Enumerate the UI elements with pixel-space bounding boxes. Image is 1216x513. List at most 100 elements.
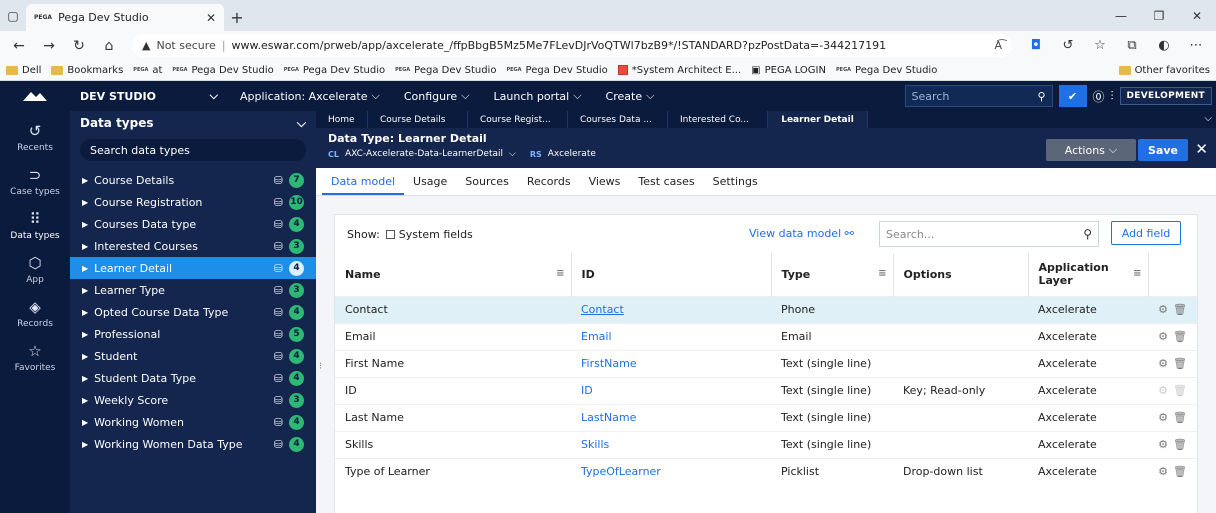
field-id-link[interactable]: TypeOfLearner bbox=[581, 465, 661, 478]
application-menu[interactable]: Application: Axcelerate ⌵ bbox=[228, 89, 392, 103]
bookmark-item[interactable]: Dell bbox=[6, 65, 41, 76]
work-tab-courses-data[interactable]: Courses Data ... bbox=[568, 111, 668, 128]
tab-test-cases[interactable]: Test cases bbox=[629, 175, 703, 195]
bookmark-item[interactable]: PEGA Pega Dev Studio bbox=[284, 65, 385, 76]
tab-data-model[interactable]: Data model bbox=[322, 175, 405, 195]
agile-workbench-icon[interactable]: ⫶ bbox=[1111, 89, 1114, 104]
data-type-item[interactable]: ▶ Courses Data type ⛁ 4 bbox=[70, 213, 316, 235]
search-data-types-input[interactable]: Search data types bbox=[80, 139, 306, 161]
trash-icon[interactable]: 🗑 bbox=[1173, 303, 1187, 316]
close-rule-icon[interactable]: ✕ bbox=[1195, 140, 1208, 158]
data-type-item[interactable]: ▶ Working Women Data Type ⛁ 4 bbox=[70, 433, 316, 455]
pega-logo-icon[interactable] bbox=[0, 90, 70, 102]
table-row[interactable]: Last Name LastName Text (single line) Axcel… bbox=[335, 403, 1197, 431]
bookmark-item[interactable]: PEGA Pega Dev Studio bbox=[395, 65, 496, 76]
extension-icon[interactable]: ◘ bbox=[1022, 38, 1050, 53]
explorer-header[interactable]: Data types ⌵ bbox=[70, 111, 316, 135]
create-menu[interactable]: Create ⌵ bbox=[594, 89, 667, 103]
save-button[interactable]: Save bbox=[1138, 139, 1188, 161]
data-type-item[interactable]: ▶ Student ⛁ 4 bbox=[70, 345, 316, 367]
data-type-item[interactable]: ▶ Student Data Type ⛁ 4 bbox=[70, 367, 316, 389]
table-row[interactable]: Type of Learner TypeOfLearner Picklist Drop… bbox=[335, 457, 1197, 485]
view-data-model-link[interactable]: View data model ⚯ bbox=[749, 227, 854, 240]
nav-data-types[interactable]: ⠿ Data types bbox=[0, 203, 70, 247]
trash-icon[interactable]: 🗑 bbox=[1173, 357, 1187, 370]
checkmark-dropdown-icon[interactable]: ✔ bbox=[1058, 85, 1087, 107]
field-id-link[interactable]: Skills bbox=[581, 438, 609, 451]
field-search-input[interactable]: Search... ⚲ bbox=[879, 221, 1099, 247]
gear-icon[interactable]: ⚙ bbox=[1158, 357, 1168, 370]
data-type-item[interactable]: ▶ Learner Detail ⛁ 4 bbox=[70, 257, 316, 279]
url-text[interactable]: www.eswar.com/prweb/app/axcelerate_/ffpB… bbox=[232, 39, 989, 52]
work-tab-interested-courses[interactable]: Interested Co... bbox=[668, 111, 768, 128]
bookmark-item[interactable]: PEGA at bbox=[133, 65, 162, 76]
minimize-icon[interactable]: — bbox=[1102, 0, 1140, 31]
field-id-link[interactable]: LastName bbox=[581, 411, 636, 424]
tab-usage[interactable]: Usage bbox=[404, 175, 456, 195]
nav-app[interactable]: ⬡ App bbox=[0, 247, 70, 291]
gear-icon[interactable]: ⚙ bbox=[1158, 303, 1168, 316]
close-window-icon[interactable]: ✕ bbox=[1178, 0, 1216, 31]
tab-actions-icon[interactable]: ▢ bbox=[0, 0, 26, 31]
gear-icon[interactable]: ⚙ bbox=[1158, 330, 1168, 343]
actions-button[interactable]: Actions ⌵ bbox=[1046, 139, 1136, 161]
studio-switcher[interactable]: DEV STUDIO ⌵ bbox=[70, 89, 228, 103]
work-tab-learner-detail[interactable]: Learner Detail bbox=[768, 111, 868, 128]
more-options-icon[interactable]: ⋯ bbox=[1182, 38, 1210, 53]
table-row[interactable]: Email Email Email Axcelerate ⚙ 🗑 bbox=[335, 322, 1197, 350]
tabs-overflow-icon[interactable]: ⌵ bbox=[1204, 113, 1212, 124]
filter-icon[interactable]: ≡ bbox=[556, 268, 564, 279]
bookmark-item[interactable]: PEGA Pega Dev Studio bbox=[506, 65, 607, 76]
nav-favorites[interactable]: ☆ Favorites bbox=[0, 335, 70, 379]
column-header-name[interactable]: Name ≡ bbox=[335, 253, 572, 296]
profile-icon[interactable]: ◐ bbox=[1150, 38, 1178, 53]
data-type-item[interactable]: ▶ Professional ⛁ 5 bbox=[70, 323, 316, 345]
gear-icon[interactable]: ⚙ bbox=[1158, 438, 1168, 451]
other-favorites[interactable]: Other favorites bbox=[1118, 65, 1210, 76]
field-id-link[interactable]: Email bbox=[581, 330, 612, 343]
system-fields-checkbox[interactable] bbox=[385, 229, 395, 239]
refresh-icon[interactable]: ↻ bbox=[66, 38, 92, 54]
add-field-button[interactable]: Add field bbox=[1111, 221, 1181, 245]
bookmark-item[interactable]: PEGA Pega Dev Studio bbox=[836, 65, 937, 76]
splitter-handle[interactable]: ⁝ bbox=[319, 361, 322, 372]
data-type-item[interactable]: ▶ Learner Type ⛁ 3 bbox=[70, 279, 316, 301]
read-aloud-icon[interactable]: A͡ bbox=[994, 39, 1002, 52]
url-field[interactable]: ▲ Not secure | www.eswar.com/prweb/app/a… bbox=[132, 34, 1012, 57]
collections-icon[interactable]: ⧉ bbox=[1118, 38, 1146, 53]
new-tab-button[interactable]: + bbox=[224, 4, 250, 31]
bookmark-item[interactable]: *System Architect E... bbox=[617, 65, 741, 76]
tab-settings[interactable]: Settings bbox=[704, 175, 767, 195]
data-type-item[interactable]: ▶ Opted Course Data Type ⛁ 4 bbox=[70, 301, 316, 323]
work-tab-home[interactable]: Home bbox=[316, 111, 368, 128]
work-tab-course-details[interactable]: Course Details bbox=[368, 111, 468, 128]
bookmark-item[interactable]: PEGA Pega Dev Studio bbox=[172, 65, 273, 76]
gear-icon[interactable]: ⚙ bbox=[1158, 411, 1168, 424]
data-type-item[interactable]: ▶ Working Women ⛁ 4 bbox=[70, 411, 316, 433]
filter-icon[interactable]: ≡ bbox=[1133, 268, 1141, 279]
nav-records[interactable]: ◈ Records bbox=[0, 291, 70, 335]
trash-icon[interactable]: 🗑 bbox=[1173, 411, 1187, 424]
nav-recents[interactable]: ↺ Recents bbox=[0, 115, 70, 159]
data-type-item[interactable]: ▶ Course Details ⛁ 7 bbox=[70, 169, 316, 191]
back-icon[interactable]: ← bbox=[6, 38, 32, 54]
field-id-link[interactable]: Contact bbox=[581, 303, 624, 316]
data-type-item[interactable]: ▶ Weekly Score ⛁ 3 bbox=[70, 389, 316, 411]
filter-icon[interactable]: ≡ bbox=[878, 268, 886, 279]
tab-records[interactable]: Records bbox=[518, 175, 580, 195]
gear-icon[interactable]: ⚙ bbox=[1158, 465, 1168, 478]
bookmark-item[interactable]: ▣ PEGA LOGIN bbox=[751, 65, 826, 76]
trash-icon[interactable]: 🗑 bbox=[1173, 330, 1187, 343]
table-row[interactable]: Skills Skills Text (single line) Axcelerate… bbox=[335, 430, 1197, 458]
table-row[interactable]: ID ID Text (single line) Key; Read-only Axce… bbox=[335, 376, 1197, 404]
table-row[interactable]: First Name FirstName Text (single line) Axc… bbox=[335, 349, 1197, 377]
home-icon[interactable]: ⌂ bbox=[96, 38, 122, 54]
trash-icon[interactable]: 🗑 bbox=[1173, 465, 1187, 478]
help-icon[interactable]: ⓪ bbox=[1093, 88, 1105, 105]
data-type-item[interactable]: ▶ Interested Courses ⛁ 3 bbox=[70, 235, 316, 257]
tab-views[interactable]: Views bbox=[580, 175, 630, 195]
field-id-link[interactable]: ID bbox=[581, 384, 593, 397]
rule-class[interactable]: AXC-Axcelerate-Data-LearnerDetail bbox=[345, 149, 503, 159]
work-tab-course-registration[interactable]: Course Regist... bbox=[468, 111, 568, 128]
close-tab-icon[interactable]: ✕ bbox=[206, 11, 216, 25]
